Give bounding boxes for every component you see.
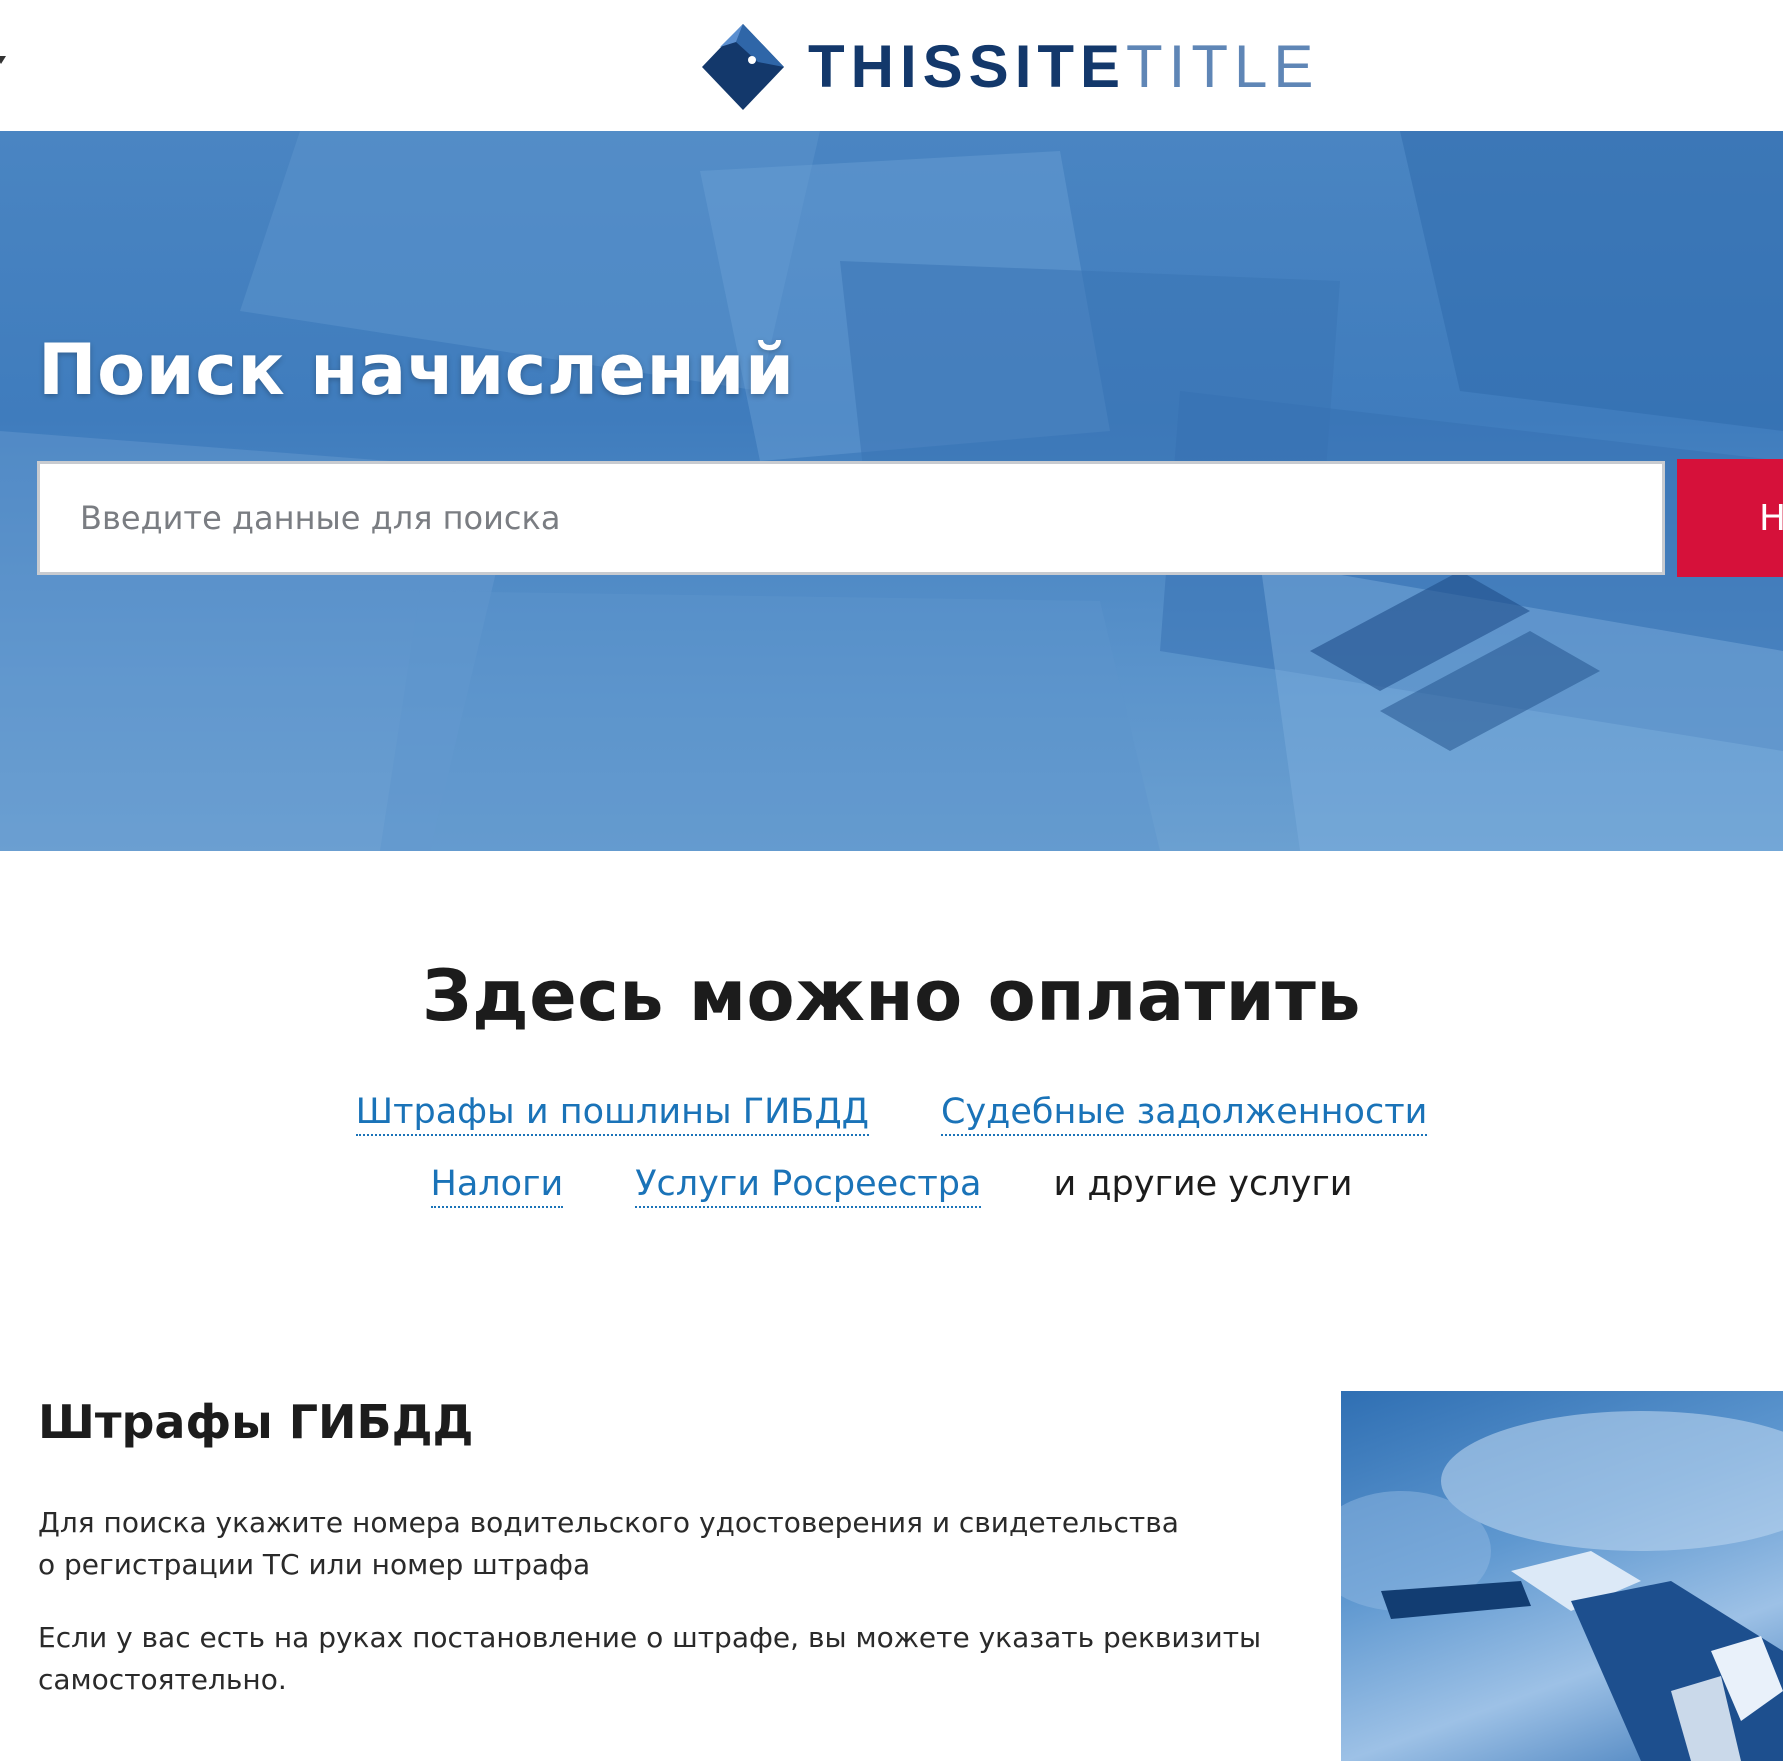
link-court-debts[interactable]: Судебные задолженности [941, 1092, 1428, 1136]
page: THISSITETITLE Поиск начислений Н Здесь м… [0, 0, 1783, 1761]
site-header: THISSITE TITLE [0, 0, 1783, 131]
fines-requisites-note: Если у вас есть на руках постановление о… [38, 1617, 1308, 1701]
site-logo[interactable]: THISSITE TITLE [700, 22, 1319, 112]
caret-down-icon[interactable] [0, 56, 6, 64]
services-links-row-2: Налоги Услуги Росреестра и другие услуги [0, 1164, 1783, 1208]
services-links-row-1: Штрафы и пошлины ГИБДД Судебные задолжен… [0, 1092, 1783, 1136]
search-input[interactable] [37, 461, 1665, 575]
traffic-officer-image [1341, 1411, 1783, 1761]
diamond-logo-icon [702, 24, 784, 110]
services-title: Здесь можно оплатить [421, 955, 1362, 1037]
fines-description: Для поиска укажите номера водительского … [38, 1502, 1308, 1586]
link-gibdd-fines[interactable]: Штрафы и пошлины ГИБДД [355, 1092, 870, 1136]
site-title: THISSITE TITLE [808, 37, 1319, 97]
link-taxes[interactable]: Налоги [430, 1164, 564, 1208]
hero-title: Поиск начислений [38, 329, 795, 411]
fines-section-title: Штрафы ГИБДД [38, 1395, 474, 1449]
fines-requisites-line-1: Если у вас есть на руках постановление о… [38, 1621, 1262, 1654]
other-services-text: и другие услуги [1053, 1164, 1353, 1204]
site-title-bold: THISSITE [808, 33, 1127, 100]
fines-requisites-line-2: самостоятельно. [38, 1663, 287, 1696]
fines-section-image [1341, 1391, 1783, 1761]
fines-description-line-2: о регистрации ТС или номер штрафа [38, 1548, 591, 1581]
hero-banner: Поиск начислений Н [0, 131, 1783, 851]
fines-description-line-1: Для поиска укажите номера водительского … [38, 1506, 1179, 1539]
link-rosreestr[interactable]: Услуги Росреестра [635, 1164, 982, 1208]
site-title-light: TITLE [1126, 33, 1320, 100]
search-button[interactable]: Н [1677, 459, 1783, 577]
